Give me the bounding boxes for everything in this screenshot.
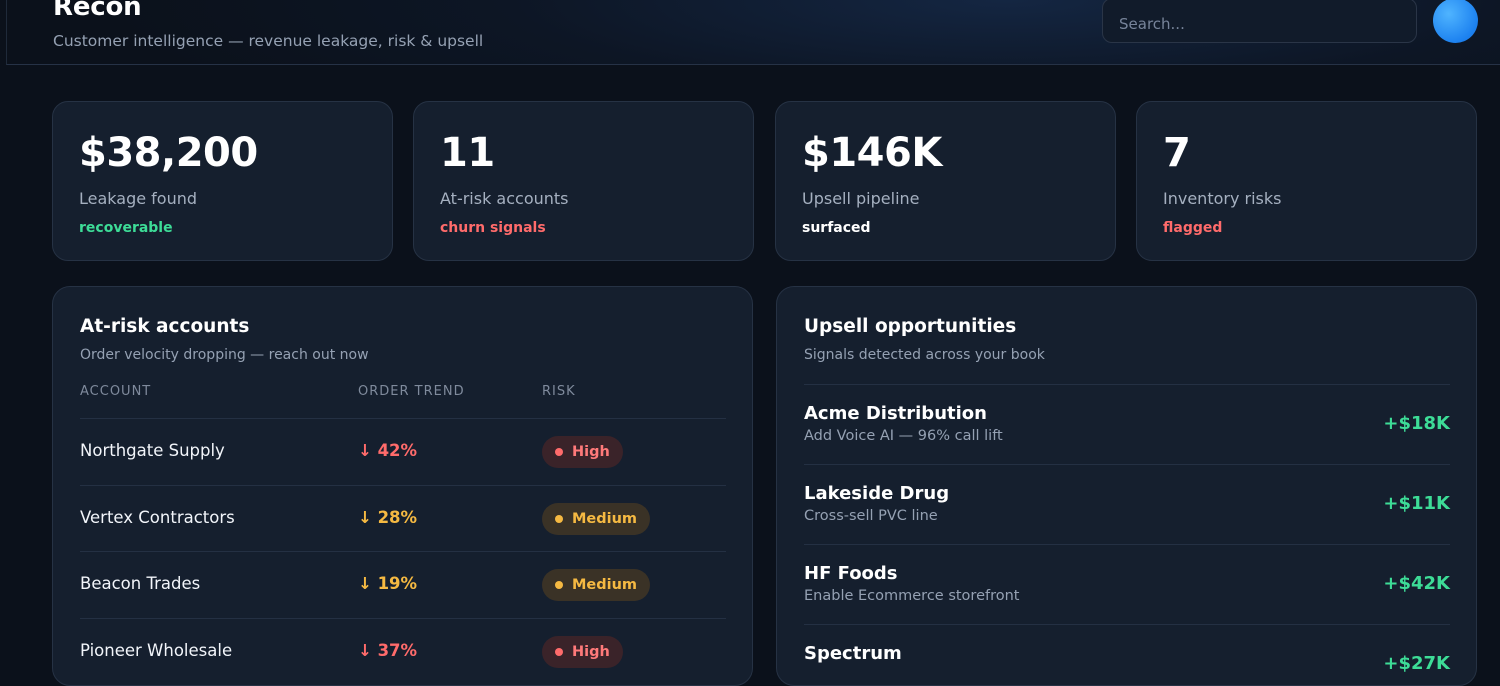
- panel-title: At-risk accounts: [80, 316, 250, 337]
- stat-card-at-risk: 11 At-risk accounts churn signals: [413, 101, 754, 261]
- opportunity-name: Spectrum: [804, 643, 902, 664]
- stat-tag: churn signals: [440, 220, 546, 236]
- risk-badge: Medium: [542, 503, 651, 535]
- risk-badge: High: [542, 636, 623, 668]
- at-risk-panel: At-risk accounts Order velocity dropping…: [52, 286, 753, 686]
- risk-label: High: [572, 644, 610, 660]
- column-header-account[interactable]: ACCOUNT: [80, 384, 151, 399]
- order-trend: ↓ 28%: [358, 508, 418, 527]
- search-input[interactable]: [1102, 0, 1417, 43]
- panel-subtitle: Signals detected across your book: [804, 347, 1045, 363]
- list-item[interactable]: Lakeside Drug Cross-sell PVC line +$11K: [804, 464, 1450, 544]
- stat-card-upsell: $146K Upsell pipeline surfaced: [775, 101, 1116, 261]
- opportunity-amount: +$18K: [1383, 413, 1450, 434]
- column-header-order-trend[interactable]: ORDER TREND: [358, 384, 465, 399]
- risk-badge: High: [542, 436, 623, 468]
- stat-value: $146K: [802, 130, 942, 176]
- opportunity-name: Acme Distribution: [804, 403, 987, 424]
- stat-card-leakage: $38,200 Leakage found recoverable: [52, 101, 393, 261]
- order-trend: ↓ 37%: [358, 641, 418, 660]
- column-header-risk[interactable]: RISK: [542, 384, 576, 399]
- top-bar: Recon Customer intelligence — revenue le…: [6, 0, 1500, 65]
- order-trend: ↓ 42%: [358, 441, 418, 460]
- panel-subtitle: Order velocity dropping — reach out now: [80, 347, 369, 363]
- table-row[interactable]: Pioneer Wholesale ↓ 37% High: [80, 618, 726, 685]
- opportunity-amount: +$27K: [1383, 653, 1450, 674]
- stat-tag: flagged: [1163, 220, 1223, 236]
- opportunity-desc: Enable Ecommerce storefront: [804, 588, 1020, 604]
- stat-value: $38,200: [79, 130, 258, 176]
- status-dot-icon: [555, 581, 563, 589]
- stat-label: At-risk accounts: [440, 189, 569, 208]
- stat-label: Leakage found: [79, 189, 198, 208]
- table-row[interactable]: Beacon Trades ↓ 19% Medium: [80, 551, 726, 618]
- order-trend: ↓ 19%: [358, 574, 418, 593]
- stat-tag: surfaced: [802, 220, 871, 236]
- list-item[interactable]: Spectrum +$27K: [804, 624, 1450, 685]
- status-dot-icon: [555, 448, 563, 456]
- opportunity-desc: Cross-sell PVC line: [804, 508, 938, 524]
- risk-label: Medium: [572, 511, 638, 527]
- status-dot-icon: [555, 648, 563, 656]
- risk-label: Medium: [572, 577, 638, 593]
- risk-badge: Medium: [542, 569, 651, 601]
- list-item[interactable]: Acme Distribution Add Voice AI — 96% cal…: [804, 384, 1450, 464]
- stat-card-inventory: 7 Inventory risks flagged: [1136, 101, 1477, 261]
- risk-label: High: [572, 444, 610, 460]
- panel-title: Upsell opportunities: [804, 316, 1017, 337]
- table-row[interactable]: Northgate Supply ↓ 42% High: [80, 418, 726, 485]
- stat-label: Inventory risks: [1163, 189, 1282, 208]
- app-title: Recon: [53, 0, 142, 22]
- avatar[interactable]: [1433, 0, 1478, 43]
- opportunity-amount: +$11K: [1383, 493, 1450, 514]
- opportunity-name: Lakeside Drug: [804, 483, 950, 504]
- stat-label: Upsell pipeline: [802, 189, 920, 208]
- app-subtitle: Customer intelligence — revenue leakage,…: [53, 32, 484, 50]
- account-name: Northgate Supply: [80, 441, 225, 460]
- table-row[interactable]: Vertex Contractors ↓ 28% Medium: [80, 485, 726, 552]
- stat-value: 11: [440, 130, 495, 176]
- opportunity-desc: Add Voice AI — 96% call lift: [804, 428, 1003, 444]
- account-name: Vertex Contractors: [80, 508, 235, 527]
- status-dot-icon: [555, 515, 563, 523]
- account-name: Beacon Trades: [80, 574, 201, 593]
- opportunity-name: HF Foods: [804, 563, 898, 584]
- account-name: Pioneer Wholesale: [80, 641, 233, 660]
- list-item[interactable]: HF Foods Enable Ecommerce storefront +$4…: [804, 544, 1450, 624]
- stat-tag: recoverable: [79, 220, 173, 236]
- opportunity-amount: +$42K: [1383, 573, 1450, 594]
- stat-value: 7: [1163, 130, 1191, 176]
- upsell-panel: Upsell opportunities Signals detected ac…: [776, 286, 1477, 686]
